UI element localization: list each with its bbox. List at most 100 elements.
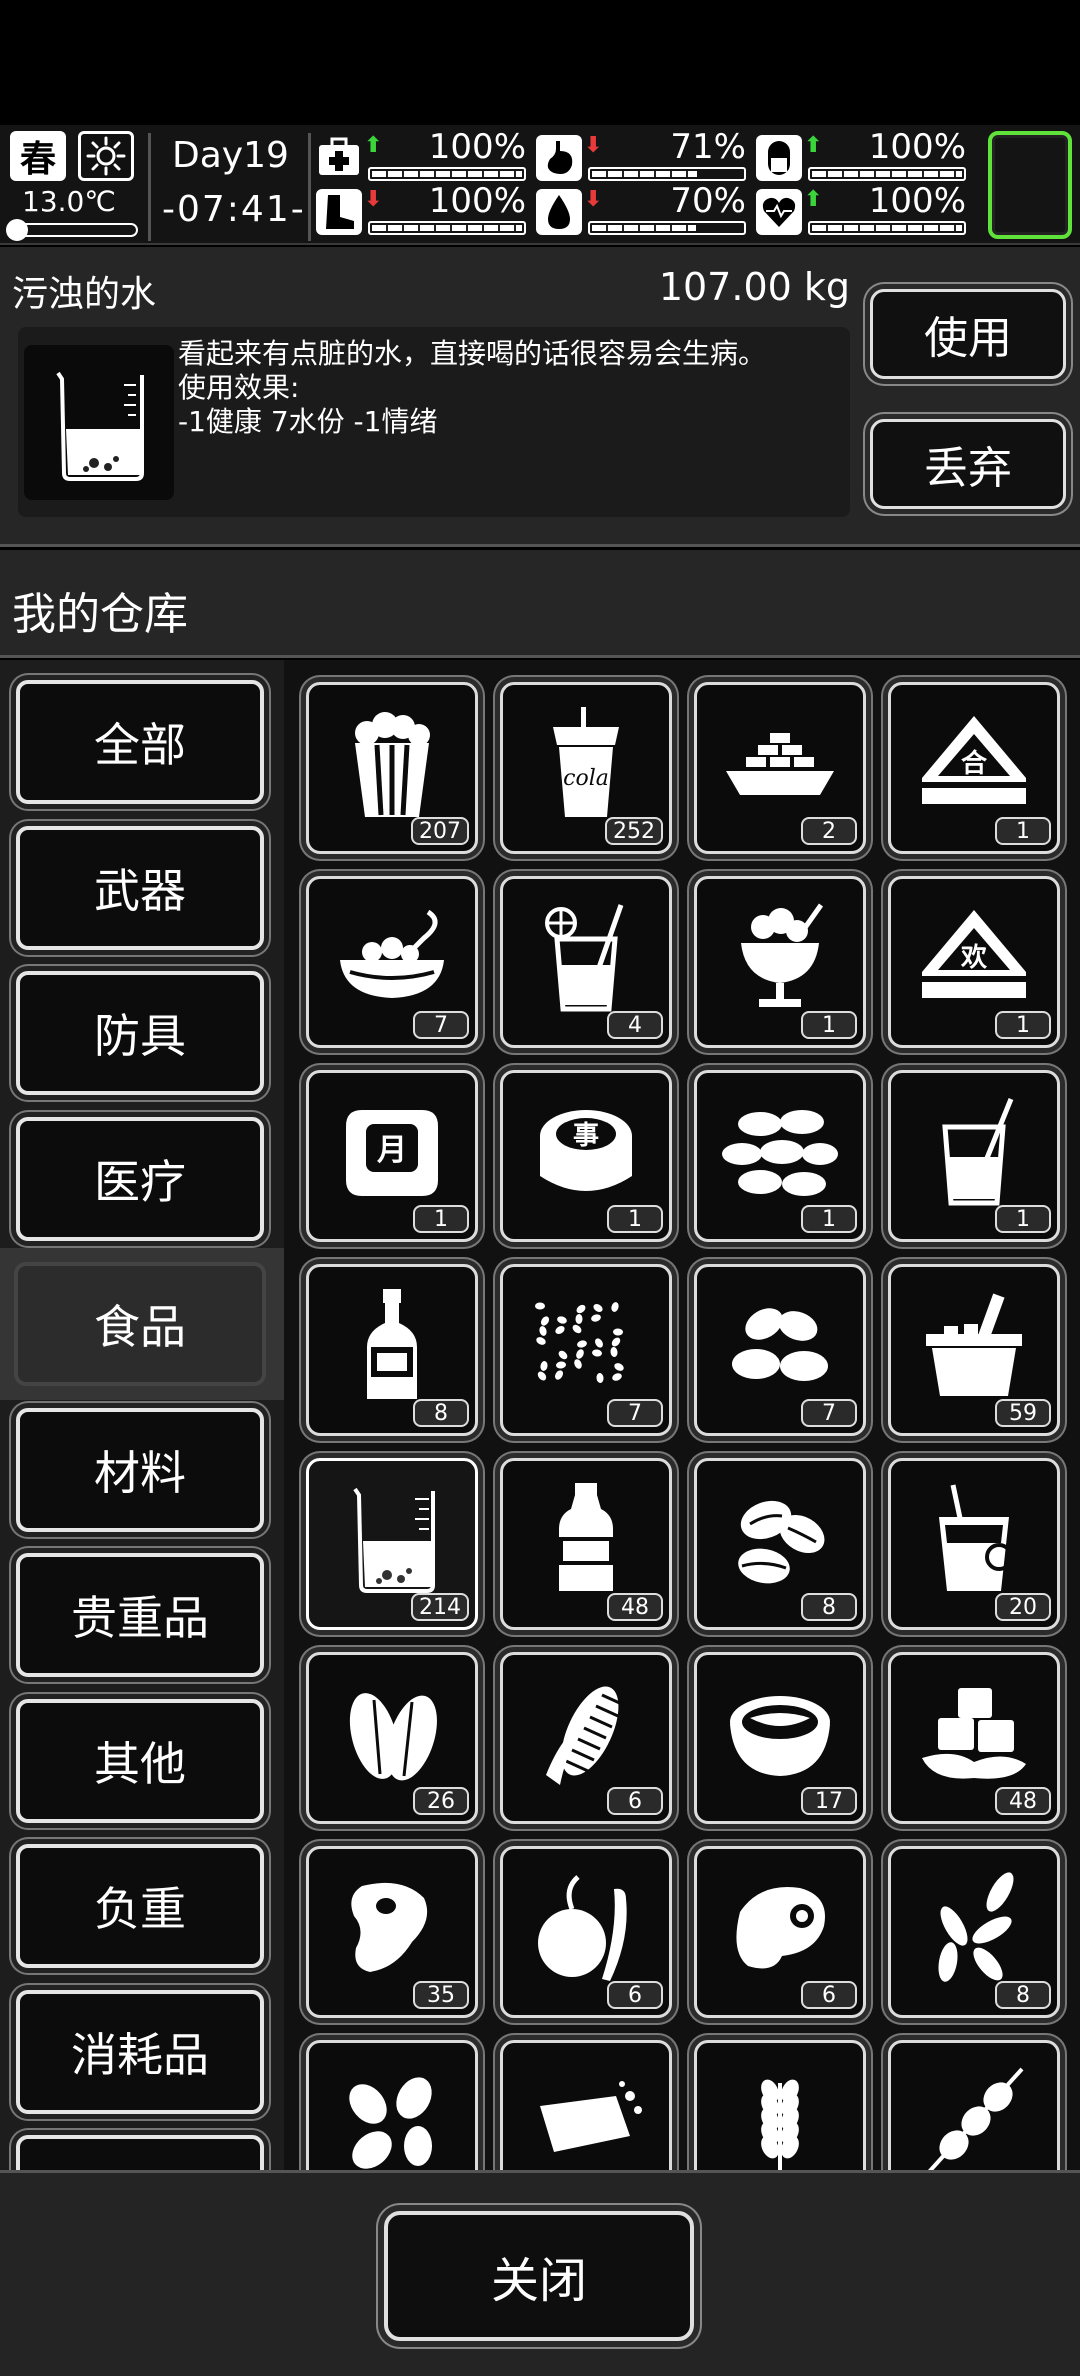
stat-hunger: ⬇ 71% — [536, 127, 746, 183]
close-button[interactable]: 关闭 — [384, 2211, 694, 2341]
category-tab[interactable]: 武器 — [16, 825, 264, 950]
inventory-slot[interactable]: 17 — [694, 1652, 866, 1824]
inventory-slot[interactable]: 1 — [888, 1070, 1060, 1242]
stat-bar-fill — [592, 171, 698, 177]
stew-bowl-icon — [697, 1675, 863, 1790]
effect-values: -1健康 7水份 -1情绪 — [178, 405, 438, 438]
inventory-slot[interactable]: 6 — [694, 1846, 866, 2018]
category-tab[interactable]: 其他 — [16, 1698, 264, 1823]
svg-text:合: 合 — [961, 748, 988, 779]
inventory-slot[interactable] — [694, 2040, 866, 2170]
inventory-slot[interactable]: 事1 — [500, 1070, 672, 1242]
juice-glass-icon — [891, 1093, 1057, 1208]
inventory-slot[interactable]: 6 — [500, 1846, 672, 2018]
inventory-slot[interactable]: 26 — [306, 1652, 478, 1824]
item-count-badge: 8 — [413, 1399, 469, 1427]
inventory-slot[interactable]: 207 — [306, 682, 478, 854]
corn-icon — [503, 1675, 669, 1790]
gold-bars-icon — [697, 705, 863, 820]
item-count-badge: 252 — [605, 817, 663, 845]
inventory-slot[interactable]: 6 — [500, 1652, 672, 1824]
item-count-badge: 8 — [801, 1593, 857, 1621]
category-tab[interactable]: 防具 — [16, 971, 264, 1095]
inventory-slot[interactable]: 7 — [306, 876, 478, 1048]
stat-mood: ⬆ 100% — [756, 181, 966, 237]
inventory-slot[interactable]: 8 — [694, 1458, 866, 1630]
item-detail-panel: 污浊的水 107.00 kg 看起来有点脏的水，直接喝的话很容易会生病。 使用效… — [0, 247, 1080, 547]
stat-bar — [368, 167, 526, 181]
inventory-slot[interactable]: 欢1 — [888, 876, 1060, 1048]
inventory-slot[interactable]: 48 — [500, 1458, 672, 1630]
dumplings-icon — [697, 1093, 863, 1208]
carry-weight: 107.00 kg — [658, 265, 850, 309]
inventory-slot[interactable] — [888, 2040, 1060, 2170]
character-slot[interactable] — [988, 131, 1072, 239]
svg-text:欢: 欢 — [960, 943, 988, 973]
ice-cubes-icon — [891, 1675, 1057, 1790]
stat-bar — [808, 221, 966, 235]
thermometer-bar — [10, 223, 138, 237]
sunflower-seeds-icon — [891, 1869, 1057, 1984]
category-sidebar[interactable]: 全部武器防具医疗食品材料贵重品其他负重消耗品维修 — [0, 660, 284, 2170]
ice-bucket-icon — [891, 1287, 1057, 1402]
item-description-box: 看起来有点脏的水，直接喝的话很容易会生病。 使用效果: -1健康 7水份 -1情… — [18, 327, 850, 517]
inventory-slot[interactable]: 8 — [888, 1846, 1060, 2018]
category-tab[interactable]: 维修 — [16, 2135, 264, 2170]
inventory-slot[interactable]: 1 — [694, 876, 866, 1048]
arrow-up-icon: ⬆ — [804, 187, 823, 212]
arrow-down-icon: ⬇ — [364, 187, 383, 212]
inventory-slot[interactable]: 20 — [888, 1458, 1060, 1630]
inventory-slot[interactable]: 48 — [888, 1652, 1060, 1824]
item-count-badge: 48 — [995, 1787, 1051, 1815]
stat-percent: 100% — [428, 127, 526, 167]
cola-cup-icon: cola — [503, 705, 669, 820]
stat-percent: 70% — [670, 181, 746, 221]
category-tab[interactable]: 贵重品 — [16, 1553, 264, 1677]
svg-text:月: 月 — [377, 1133, 407, 1168]
item-count-badge: 2 — [801, 817, 857, 845]
effect-heading: 使用效果: — [178, 371, 300, 404]
inventory-slot[interactable]: 2 — [694, 682, 866, 854]
stat-bar-fill — [812, 171, 962, 177]
bottom-bar: 关闭 — [0, 2170, 1080, 2376]
item-count-badge: 1 — [607, 1205, 663, 1233]
inventory-grid[interactable]: 207 cola 252 2 合 1 7 4 1 欢 1 月 1 事 1 1 1 8 7 7 59 214 48 8 20 26 6… — [284, 660, 1080, 2170]
inventory-slot[interactable]: 35 — [306, 1846, 478, 2018]
inventory-slot[interactable]: 合1 — [888, 682, 1060, 854]
inventory-slot[interactable]: cola 252 — [500, 682, 672, 854]
raw-meat-icon — [697, 1869, 863, 1984]
discard-button[interactable]: 丢弃 — [870, 419, 1066, 509]
inventory-slot[interactable] — [500, 2040, 672, 2170]
clock-time: -07:41- — [162, 189, 306, 230]
inventory-slot[interactable]: 59 — [888, 1264, 1060, 1436]
almonds-icon — [697, 1287, 863, 1402]
category-tab[interactable]: 全部 — [16, 680, 264, 804]
category-tab[interactable]: 医疗 — [16, 1116, 264, 1241]
category-tab[interactable]: 负重 — [16, 1844, 264, 1968]
item-count-badge: 1 — [801, 1205, 857, 1233]
inventory-slot[interactable]: 月1 — [306, 1070, 478, 1242]
pill-icon — [756, 135, 802, 181]
wheat-icon — [697, 2063, 863, 2170]
skewer-icon — [891, 2063, 1057, 2170]
use-button[interactable]: 使用 — [870, 289, 1066, 379]
stat-stamina: ⬇ 100% — [316, 181, 526, 237]
inventory-slot[interactable] — [306, 2040, 478, 2170]
stat-bar — [368, 221, 526, 235]
item-count-badge: 1 — [801, 1011, 857, 1039]
item-count-badge: 6 — [801, 1981, 857, 2009]
category-tab[interactable]: 食品 — [14, 1262, 266, 1386]
water-drop-icon — [536, 189, 582, 235]
inventory-slot[interactable]: 214 — [306, 1458, 478, 1630]
stat-bar-fill — [372, 225, 522, 231]
inventory-slot[interactable]: 7 — [694, 1264, 866, 1436]
inventory-slot[interactable]: 4 — [500, 876, 672, 1048]
inventory-slot[interactable]: 7 — [500, 1264, 672, 1436]
stomach-icon — [536, 135, 582, 181]
stat-bar-fill — [812, 225, 962, 231]
item-count-badge: 214 — [411, 1593, 469, 1621]
inventory-slot[interactable]: 1 — [694, 1070, 866, 1242]
inventory-slot[interactable]: 8 — [306, 1264, 478, 1436]
category-tab[interactable]: 材料 — [16, 1407, 264, 1532]
category-tab[interactable]: 消耗品 — [16, 1989, 264, 2114]
